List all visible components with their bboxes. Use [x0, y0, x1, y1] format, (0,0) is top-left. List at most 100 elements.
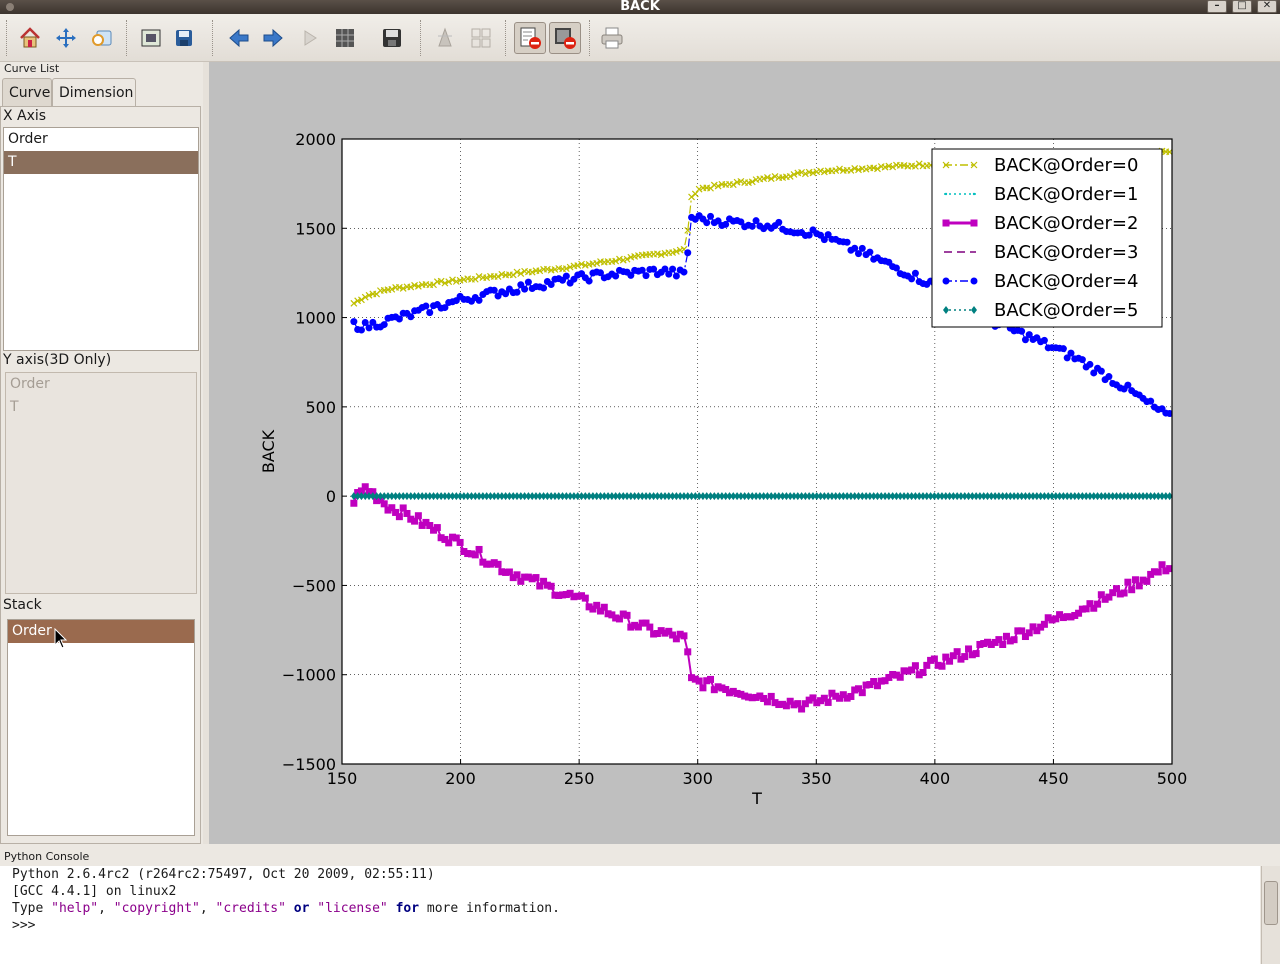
list-item: Order [10, 376, 50, 392]
data-point [380, 321, 388, 329]
data-point [513, 571, 521, 579]
data-point [1105, 373, 1113, 381]
data-point [547, 582, 555, 590]
y-tick-label: 0 [326, 487, 336, 506]
console-scrollbar[interactable] [1261, 866, 1280, 964]
zoom-icon[interactable] [88, 24, 116, 52]
list-item[interactable]: Order [4, 128, 198, 151]
toolbar-separator [420, 20, 422, 56]
y-tick-label: 2000 [295, 130, 336, 149]
x-axis-label: X Axis [3, 108, 47, 124]
print-icon[interactable] [598, 24, 626, 52]
data-point [1120, 589, 1128, 597]
data-point [699, 684, 707, 692]
y-axis-label: BACK [259, 429, 278, 473]
console-text: more information. [419, 901, 560, 916]
data-point [1078, 356, 1086, 364]
list-item[interactable]: Order [8, 620, 194, 643]
data-point [350, 499, 358, 507]
data-point [775, 218, 783, 226]
data-point [1025, 629, 1033, 637]
toolbar-separator [505, 20, 507, 56]
data-point [524, 278, 532, 286]
data-point [532, 574, 540, 582]
data-point [1059, 345, 1067, 353]
data-point [1097, 367, 1105, 375]
configure-subplots-icon[interactable] [137, 24, 165, 52]
save-icon[interactable] [170, 24, 198, 52]
data-point [426, 309, 434, 317]
data-point [414, 512, 422, 520]
data-point [513, 288, 521, 296]
data-point [961, 653, 969, 661]
curve-list-panel: Curve List Curve Dimension X Axis Order … [0, 62, 203, 844]
data-point [767, 692, 775, 700]
x-tick-label: 300 [682, 769, 713, 788]
data-point [680, 268, 688, 276]
console-prompt[interactable]: >>> [12, 917, 1248, 934]
data-point [623, 611, 631, 619]
legend-label: BACK@Order=1 [994, 184, 1138, 205]
data-point [1018, 327, 1026, 335]
toolbar-separator [212, 20, 214, 56]
data-point [680, 632, 688, 640]
list-item[interactable]: T [4, 151, 198, 174]
data-point [521, 285, 529, 293]
data-point [357, 326, 365, 334]
x-tick-label: 200 [445, 769, 476, 788]
console-title: Python Console [4, 850, 90, 863]
layout-icon[interactable] [467, 24, 495, 52]
x-axis-label: T [751, 789, 762, 808]
legend-label: BACK@Order=2 [994, 213, 1138, 234]
x-axis-list[interactable]: Order T [3, 127, 199, 351]
data-point [1040, 620, 1048, 628]
data-point [1067, 349, 1075, 357]
minimize-icon[interactable]: – [1207, 0, 1227, 13]
back-arrow-icon[interactable] [225, 24, 253, 52]
console-output[interactable]: Python 2.6.4rc2 (r264rc2:75497, Oct 20 2… [0, 866, 1260, 964]
data-point [490, 286, 498, 294]
data-point [562, 272, 570, 280]
console-string: "copyright" [113, 901, 200, 916]
console-text: Type [12, 901, 52, 916]
console-text: , [98, 901, 114, 916]
data-point [1143, 577, 1151, 585]
data-point [1010, 636, 1018, 644]
stack-list[interactable]: Order [7, 619, 195, 836]
plot-area: 150 200 250 300 350 400 450 500 2000 1500 1000 500 0… [209, 62, 1280, 844]
remove-curve-icon[interactable] [514, 22, 546, 54]
save-figure-icon[interactable] [378, 24, 406, 52]
y-tick-label: 1000 [295, 309, 336, 328]
toolbar-separator [6, 20, 8, 56]
home-icon[interactable] [16, 24, 44, 52]
window-menu-icon[interactable] [6, 3, 14, 11]
console-keyword: for [395, 901, 420, 916]
tab-dimension[interactable]: Dimension [52, 78, 136, 106]
play-icon[interactable] [296, 24, 324, 52]
console-line: Type "help", "copyright", "credits" or "… [12, 900, 1248, 917]
data-point [866, 248, 874, 256]
legend-label: BACK@Order=3 [994, 242, 1138, 263]
console-string: "help" [51, 901, 99, 916]
close-icon[interactable]: ✕ [1257, 0, 1277, 13]
title-bar: BACK – □ ✕ [0, 0, 1280, 14]
filter-icon[interactable] [431, 24, 459, 52]
data-point [930, 655, 938, 663]
data-point [908, 275, 916, 283]
data-point [1158, 561, 1166, 569]
data-point [707, 212, 715, 220]
console-keyword: or [293, 901, 310, 916]
window-title: BACK [620, 0, 660, 14]
forward-arrow-icon[interactable] [259, 24, 287, 52]
data-point [1128, 586, 1136, 594]
data-point [380, 500, 388, 508]
pan-icon[interactable] [52, 24, 80, 52]
maximize-icon[interactable]: □ [1232, 0, 1252, 13]
remove-all-icon[interactable] [549, 22, 581, 54]
data-point [395, 513, 403, 521]
grid-icon[interactable] [331, 24, 359, 52]
tab-curve[interactable]: Curve [2, 78, 52, 106]
console-line: Python 2.6.4rc2 (r264rc2:75497, Oct 20 2… [12, 867, 435, 882]
scrollbar-thumb[interactable] [1264, 881, 1278, 925]
console-line: [GCC 4.4.1] on linux2 [12, 884, 177, 899]
